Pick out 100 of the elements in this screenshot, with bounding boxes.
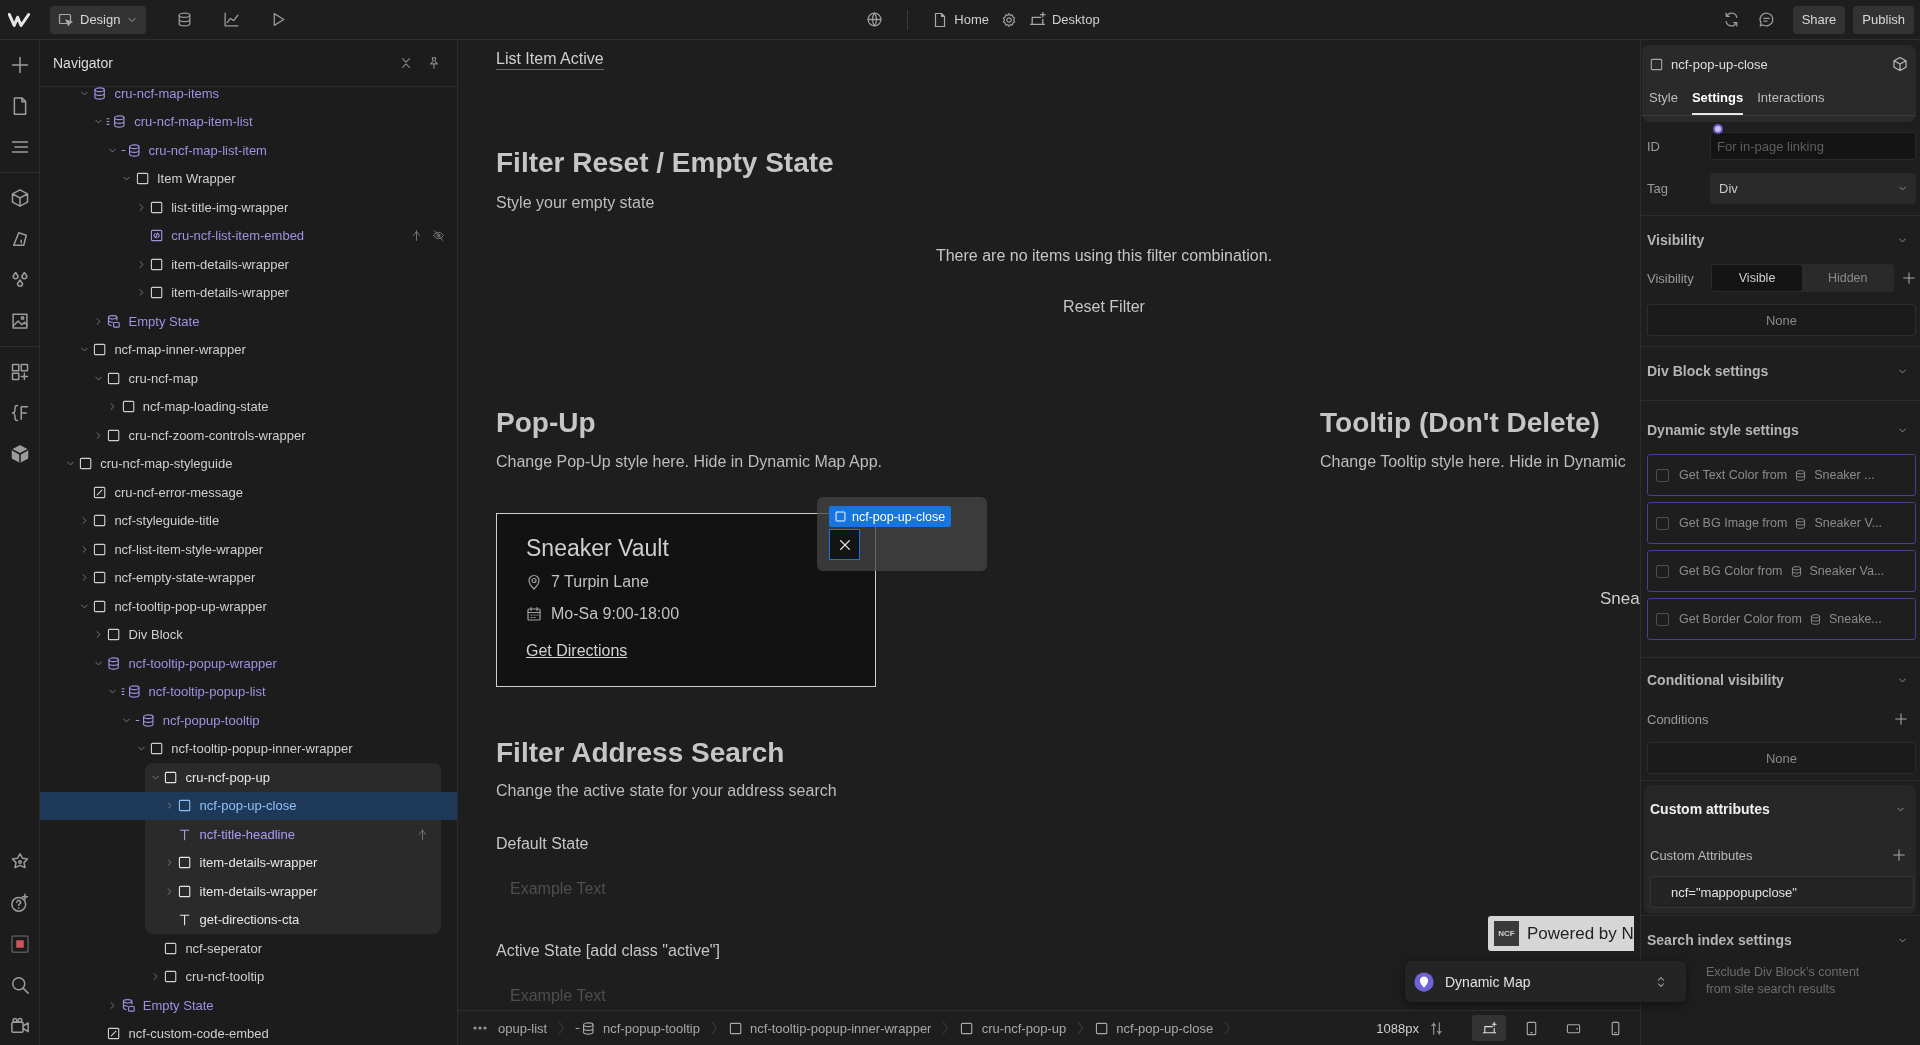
add-icon[interactable] [1902, 271, 1916, 285]
id-field[interactable]: For in-page linking [1710, 132, 1916, 160]
attribute-field[interactable]: ncf="mappopupclose" [1650, 876, 1914, 908]
checkbox[interactable] [1656, 564, 1669, 578]
navigator-item[interactable]: get-directions-cta [145, 905, 441, 934]
publish-button[interactable]: Publish [1853, 5, 1914, 34]
video-icon[interactable] [9, 1016, 30, 1036]
navigator-item[interactable]: Item Wrapper [40, 164, 457, 193]
binding-option[interactable]: Get Text Color from Sneaker ... [1647, 454, 1916, 496]
resize-icon[interactable] [1429, 1020, 1444, 1036]
drops-icon[interactable] [9, 270, 30, 290]
store-address: 7 Turpin Lane [551, 572, 649, 592]
navigator-item[interactable]: ncf-styleguide-title [40, 506, 457, 535]
breadcrumb[interactable]: ncf-tooltip-popup-inner-wrapper [727, 1020, 932, 1036]
binding-option[interactable]: Get BG Color from Sneaker Va... [1647, 550, 1916, 592]
segment-option[interactable]: Visible [1711, 265, 1803, 291]
section-title[interactable]: Visibility [1647, 232, 1705, 248]
comment-icon[interactable] [1757, 11, 1775, 28]
cube-icon[interactable] [9, 188, 30, 208]
navigator-item[interactable]: cru-ncf-map-items [40, 87, 457, 108]
navigator-item[interactable]: cru-ncf-zoom-controls-wrapper [40, 421, 457, 450]
navigator-item[interactable]: cru-ncf-tooltip [40, 962, 457, 991]
close-button[interactable] [829, 529, 860, 560]
navigator-item[interactable]: ncf-pop-up-close [40, 791, 457, 820]
binding-option[interactable]: Get BG Image from Sneaker V... [1647, 502, 1916, 544]
navigator-item[interactable]: Div Block [40, 620, 457, 649]
navigator-item[interactable]: ncf-seperator [40, 934, 457, 963]
panel-tab[interactable]: Style [1649, 81, 1678, 115]
navigator-item[interactable]: cru-ncf-map-item-list [40, 107, 457, 136]
add-icon[interactable] [1894, 712, 1908, 726]
option-description: Exclude Div Block’s content from site search results [1706, 964, 1861, 998]
eye-off-icon[interactable] [432, 229, 445, 243]
breadcrumb[interactable]: opup-list [498, 1020, 548, 1036]
breakpoint-button[interactable] [1472, 1015, 1506, 1041]
globe-icon[interactable] [866, 11, 884, 28]
checkbox[interactable] [1656, 612, 1669, 626]
add-icon[interactable] [1892, 848, 1906, 862]
navigator-item[interactable]: list-title-img-wrapper [40, 193, 457, 222]
navigator-item[interactable]: ncf-empty-state-wrapper [40, 563, 457, 592]
section-title[interactable]: Search index settings [1647, 932, 1792, 948]
search-icon[interactable] [9, 975, 30, 995]
checkbox[interactable] [1656, 468, 1669, 482]
navigator-item[interactable]: cru-ncf-map-styleguide [40, 449, 457, 478]
navigator-item[interactable]: ncf-map-inner-wrapper [40, 335, 457, 364]
navigator-item[interactable]: cru-ncf-error-message [40, 478, 457, 507]
apps-icon[interactable] [9, 362, 30, 382]
navigator-item[interactable]: Empty State [40, 991, 457, 1020]
section-title[interactable]: Dynamic style settings [1647, 422, 1799, 438]
help-icon[interactable] [9, 893, 30, 913]
breadcrumb[interactable]: cru-ncf-pop-up [959, 1020, 1067, 1036]
navigator-item[interactable]: ncf-tooltip-popup-list [40, 677, 457, 706]
navigator-item[interactable]: ncf-tooltip-popup-inner-wrapper [40, 734, 457, 763]
box-icon [92, 342, 108, 358]
directions-link[interactable]: Get Directions [526, 640, 628, 662]
navigator-item[interactable]: item-details-wrapper [40, 278, 457, 307]
breadcrumb[interactable]: ncf-pop-up-close [1094, 1020, 1214, 1036]
collapse-icon[interactable] [399, 56, 413, 70]
share-button[interactable]: Share [1792, 5, 1846, 34]
image-icon[interactable] [9, 311, 30, 331]
section-title[interactable]: Conditional visibility [1647, 672, 1784, 688]
navigator-item[interactable]: item-details-wrapper [145, 877, 441, 906]
page-selector[interactable]: Home [932, 11, 989, 28]
settings-icon[interactable] [1001, 11, 1017, 28]
binding-option[interactable]: Get Border Color from Sneake... [1647, 598, 1916, 640]
brace-icon[interactable] [9, 403, 30, 423]
section-heading: Tooltip (Don't Delete) [1320, 406, 1601, 440]
navigator-item[interactable]: ncf-list-item-style-wrapper [40, 535, 457, 564]
navigator-item[interactable]: ncf-map-loading-state [40, 392, 457, 421]
navigator-item[interactable]: item-details-wrapper [40, 250, 457, 279]
navigator-item[interactable]: ncf-title-headline [145, 820, 441, 849]
nav-link[interactable]: List Item Active [496, 49, 604, 70]
segment-option[interactable]: Hidden [1802, 265, 1893, 291]
breadcrumb[interactable]: ncf-popup-tooltip [575, 1020, 700, 1036]
section-title[interactable]: Custom attributes [1650, 801, 1770, 817]
navigator-item[interactable]: cru-ncf-pop-up [145, 763, 441, 792]
panel-tab[interactable]: Settings [1691, 81, 1744, 115]
navigator-item[interactable]: ncf-popup-tooltip [40, 706, 457, 735]
navigator-item[interactable]: ncf-tooltip-popup-wrapper [40, 649, 457, 678]
breakpoint-selector[interactable]: Desktop [1029, 11, 1100, 28]
navigator-item[interactable]: cru-ncf-map-list-item [40, 136, 457, 165]
add-icon[interactable] [9, 55, 30, 75]
component-add-icon[interactable] [1892, 56, 1908, 72]
navigator-item[interactable]: cru-ncf-map [40, 364, 457, 393]
powered-by-badge[interactable]: NCF Powered by N [1488, 916, 1634, 951]
navigator-item[interactable]: item-details-wrapper [145, 848, 441, 877]
section-title[interactable]: Div Block settings [1647, 363, 1769, 379]
checkbox[interactable] [1656, 516, 1669, 530]
navigator-item[interactable]: ncf-tooltip-pop-up-wrapper [40, 592, 457, 621]
reset-filter-button[interactable]: Reset Filter [1063, 297, 1145, 317]
stop-icon[interactable] [9, 934, 30, 954]
navigator-item[interactable]: ncf-custom-code-embed [40, 1019, 457, 1045]
panel-tab[interactable]: Interactions [1757, 81, 1825, 115]
navigator-item[interactable]: cru-ncf-list-item-embed [40, 221, 457, 250]
app-panel[interactable]: Dynamic Map [1405, 961, 1686, 1002]
tag-select[interactable]: Div [1710, 173, 1916, 204]
cube-icon[interactable] [9, 444, 30, 464]
section-description: Style your empty state [496, 193, 656, 213]
navigator-item[interactable]: Empty State [40, 307, 457, 336]
chart-icon[interactable] [223, 11, 241, 28]
mode-dropdown[interactable]: Design [50, 5, 147, 34]
